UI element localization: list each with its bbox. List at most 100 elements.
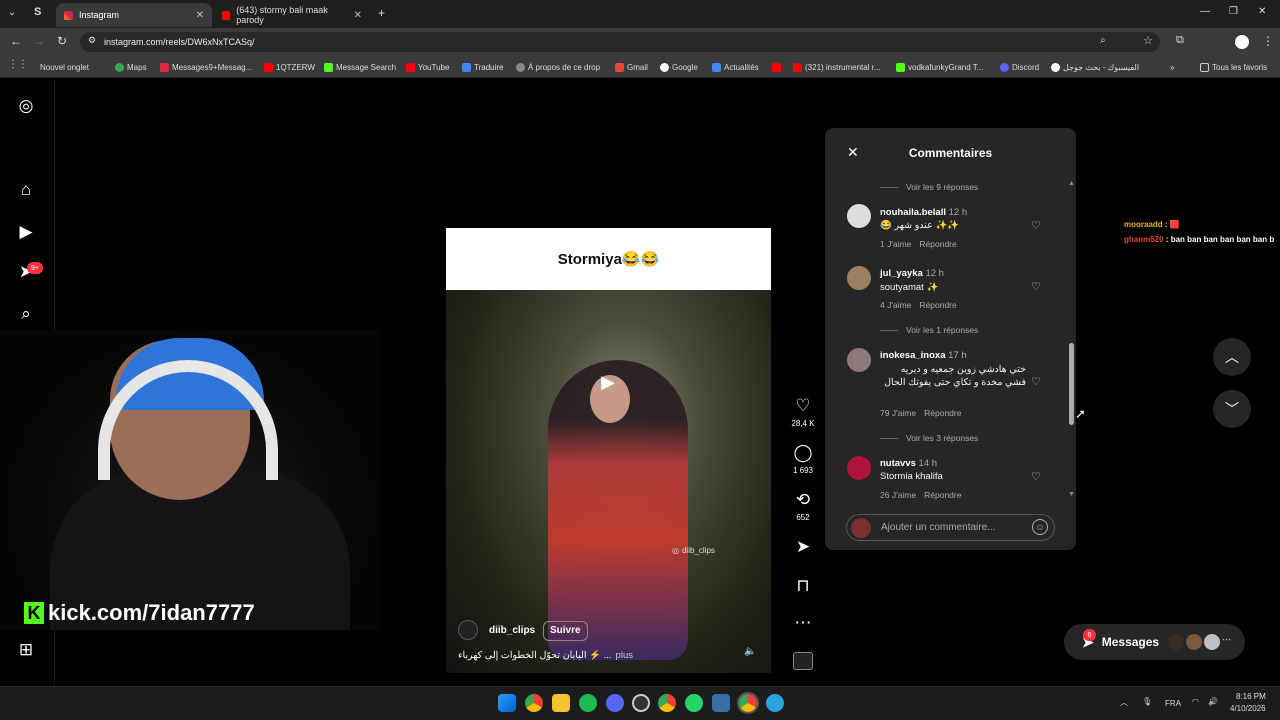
mute-icon[interactable]: 🔈	[744, 646, 756, 657]
more-options-icon[interactable]: ⋯	[783, 613, 823, 636]
tab-instagram[interactable]: Instagram ✕	[56, 3, 212, 27]
new-tab-icon[interactable]: +	[378, 6, 385, 20]
site-info-icon[interactable]: ⚙	[88, 35, 96, 46]
scroll-down-icon[interactable]: ▼	[1068, 491, 1075, 498]
bookmark-vodka[interactable]: vodkafunkyGrand T...	[896, 56, 983, 78]
previous-reel-button[interactable]: ︿	[1213, 338, 1251, 376]
tab-search-icon[interactable]: ⌄	[8, 7, 16, 18]
bookmark-new-tab[interactable]: Nouvel onglet	[40, 56, 89, 78]
comment-action[interactable]: ◯ 1 693	[783, 443, 823, 475]
comment-username[interactable]: inokesa_inoxa 17 h	[880, 350, 967, 361]
extensions-icon[interactable]: ⧉	[1176, 34, 1184, 47]
tab-youtube[interactable]: (643) stormy bali maak parody ✕	[214, 3, 370, 27]
chrome-active-icon[interactable]	[737, 692, 759, 714]
instagram-logo-icon[interactable]: ◎	[16, 96, 36, 116]
reply-link[interactable]: Répondre	[919, 300, 956, 310]
whatsapp-icon[interactable]	[685, 694, 703, 712]
comment-username[interactable]: jul_yayka 12 h	[880, 268, 944, 279]
comment-avatar[interactable]	[847, 456, 871, 480]
comment-input[interactable]: Ajouter un commentaire...	[846, 514, 1055, 541]
zoom-icon[interactable]: ⌕	[1100, 35, 1106, 46]
author-name[interactable]: diib_clips	[489, 625, 535, 636]
scroll-up-icon[interactable]: ▲	[1068, 180, 1075, 187]
comment-likes[interactable]: 26 J'aime	[880, 490, 916, 500]
microphone-icon[interactable]: 🎙	[1142, 697, 1152, 706]
app-logo-icon[interactable]: S	[34, 6, 41, 18]
menu-icon[interactable]: ⋮	[1262, 34, 1274, 48]
bookmark-a-propos[interactable]: À propos de ce drop	[516, 56, 600, 78]
tray-overflow-icon[interactable]: ︿	[1120, 697, 1128, 708]
back-icon[interactable]: ←	[10, 34, 22, 48]
view-replies-link[interactable]: Voir les 3 réponses	[880, 433, 978, 443]
all-favorites[interactable]: Tous les favoris	[1200, 56, 1267, 78]
discord-icon[interactable]	[606, 694, 624, 712]
bookmarks-overflow-icon[interactable]: »	[1170, 56, 1174, 78]
play-icon[interactable]: ▶	[596, 372, 620, 396]
bookmark-instrumental[interactable]: (321) instrumental r...	[793, 56, 881, 78]
bookmark-youtube-2[interactable]	[772, 56, 781, 78]
clock-time[interactable]: 8:16 PM	[1236, 692, 1266, 701]
bookmark-traduire[interactable]: Traduire	[462, 56, 504, 78]
follow-button[interactable]: Suivre	[543, 621, 588, 641]
emoji-icon[interactable]: ☺	[1032, 519, 1048, 535]
search-icon[interactable]: ⌕	[16, 304, 36, 324]
bookmark-gmail[interactable]: Gmail	[615, 56, 648, 78]
settings-icon[interactable]	[712, 694, 730, 712]
comment-like-heart-icon[interactable]: ♡	[1031, 280, 1041, 293]
close-tab-icon[interactable]: ✕	[196, 10, 204, 21]
file-explorer-icon[interactable]	[552, 694, 570, 712]
spotify-icon[interactable]	[579, 694, 597, 712]
windows-start-icon[interactable]	[498, 694, 516, 712]
view-replies-link[interactable]: Voir les 1 réponses	[880, 325, 978, 335]
comment-likes[interactable]: 4 J'aime	[880, 300, 911, 310]
repost-action[interactable]: ⟲ 652	[783, 490, 823, 522]
comment-avatar[interactable]	[847, 266, 871, 290]
bookmark-discord[interactable]: Discord	[1000, 56, 1039, 78]
more-grid-icon[interactable]: ⊞	[16, 640, 36, 660]
close-tab-icon[interactable]: ✕	[354, 10, 362, 21]
reply-link[interactable]: Répondre	[924, 490, 961, 500]
comment-like-heart-icon[interactable]: ♡	[1031, 219, 1041, 232]
caption-more-link[interactable]: plus	[616, 650, 633, 661]
clock-date[interactable]: 4/10/2026	[1230, 704, 1266, 713]
bookmark-youtube[interactable]: YouTube	[406, 56, 449, 78]
profile-avatar[interactable]	[1235, 35, 1249, 49]
wifi-icon[interactable]: ◠	[1192, 697, 1199, 706]
bookmark-messages[interactable]: Messages9+Messag...	[160, 56, 252, 78]
next-reel-button[interactable]: ﹀	[1213, 390, 1251, 428]
bookmark-google[interactable]: Google	[660, 56, 698, 78]
restore-icon[interactable]: ❐	[1229, 6, 1238, 17]
address-bar[interactable]: instagram.com/reels/DW6xNxTCASq/	[80, 32, 1160, 52]
bookmark-1qtzerw[interactable]: 1QTZERW	[264, 56, 315, 78]
reload-icon[interactable]: ↻	[57, 34, 67, 48]
bookmark-actualites[interactable]: Actualités	[712, 56, 759, 78]
bookmark-message-search[interactable]: Message Search	[324, 56, 396, 78]
chrome-profile-icon[interactable]	[658, 694, 676, 712]
close-window-icon[interactable]: ✕	[1258, 6, 1266, 17]
comments-scrollbar-thumb[interactable]	[1069, 343, 1074, 425]
audio-thumbnail[interactable]	[793, 652, 813, 670]
bookmark-star-icon[interactable]: ☆	[1143, 34, 1153, 47]
like-action[interactable]: ♡ 28,4 K	[783, 396, 823, 428]
bookmark-facebook-search[interactable]: الفيسبوك - بحث جوجل	[1051, 56, 1139, 78]
comment-avatar[interactable]	[847, 348, 871, 372]
save-action[interactable]: ⊓	[783, 576, 823, 599]
reply-link[interactable]: Répondre	[924, 408, 961, 418]
volume-icon[interactable]: 🔊	[1208, 697, 1218, 706]
comment-like-heart-icon[interactable]: ♡	[1031, 375, 1041, 388]
author-avatar[interactable]	[458, 620, 478, 640]
home-icon[interactable]: ⌂	[16, 180, 36, 200]
reels-icon[interactable]: ▶	[16, 222, 36, 242]
bookmark-maps[interactable]: Maps	[115, 56, 147, 78]
comment-like-heart-icon[interactable]: ♡	[1031, 470, 1041, 483]
share-action[interactable]: ➤	[783, 537, 823, 560]
forward-icon[interactable]: →	[33, 34, 45, 48]
language-indicator[interactable]: FRA	[1165, 699, 1181, 708]
reply-link[interactable]: Répondre	[919, 239, 956, 249]
minimize-icon[interactable]: —	[1200, 6, 1210, 17]
view-replies-link[interactable]: Voir les 9 réponses	[880, 182, 978, 192]
comment-avatar[interactable]	[847, 204, 871, 228]
telegram-icon[interactable]	[766, 694, 784, 712]
apps-grid-icon[interactable]: ⋮⋮	[8, 59, 28, 70]
comment-username[interactable]: nutavvs 14 h	[880, 458, 937, 469]
